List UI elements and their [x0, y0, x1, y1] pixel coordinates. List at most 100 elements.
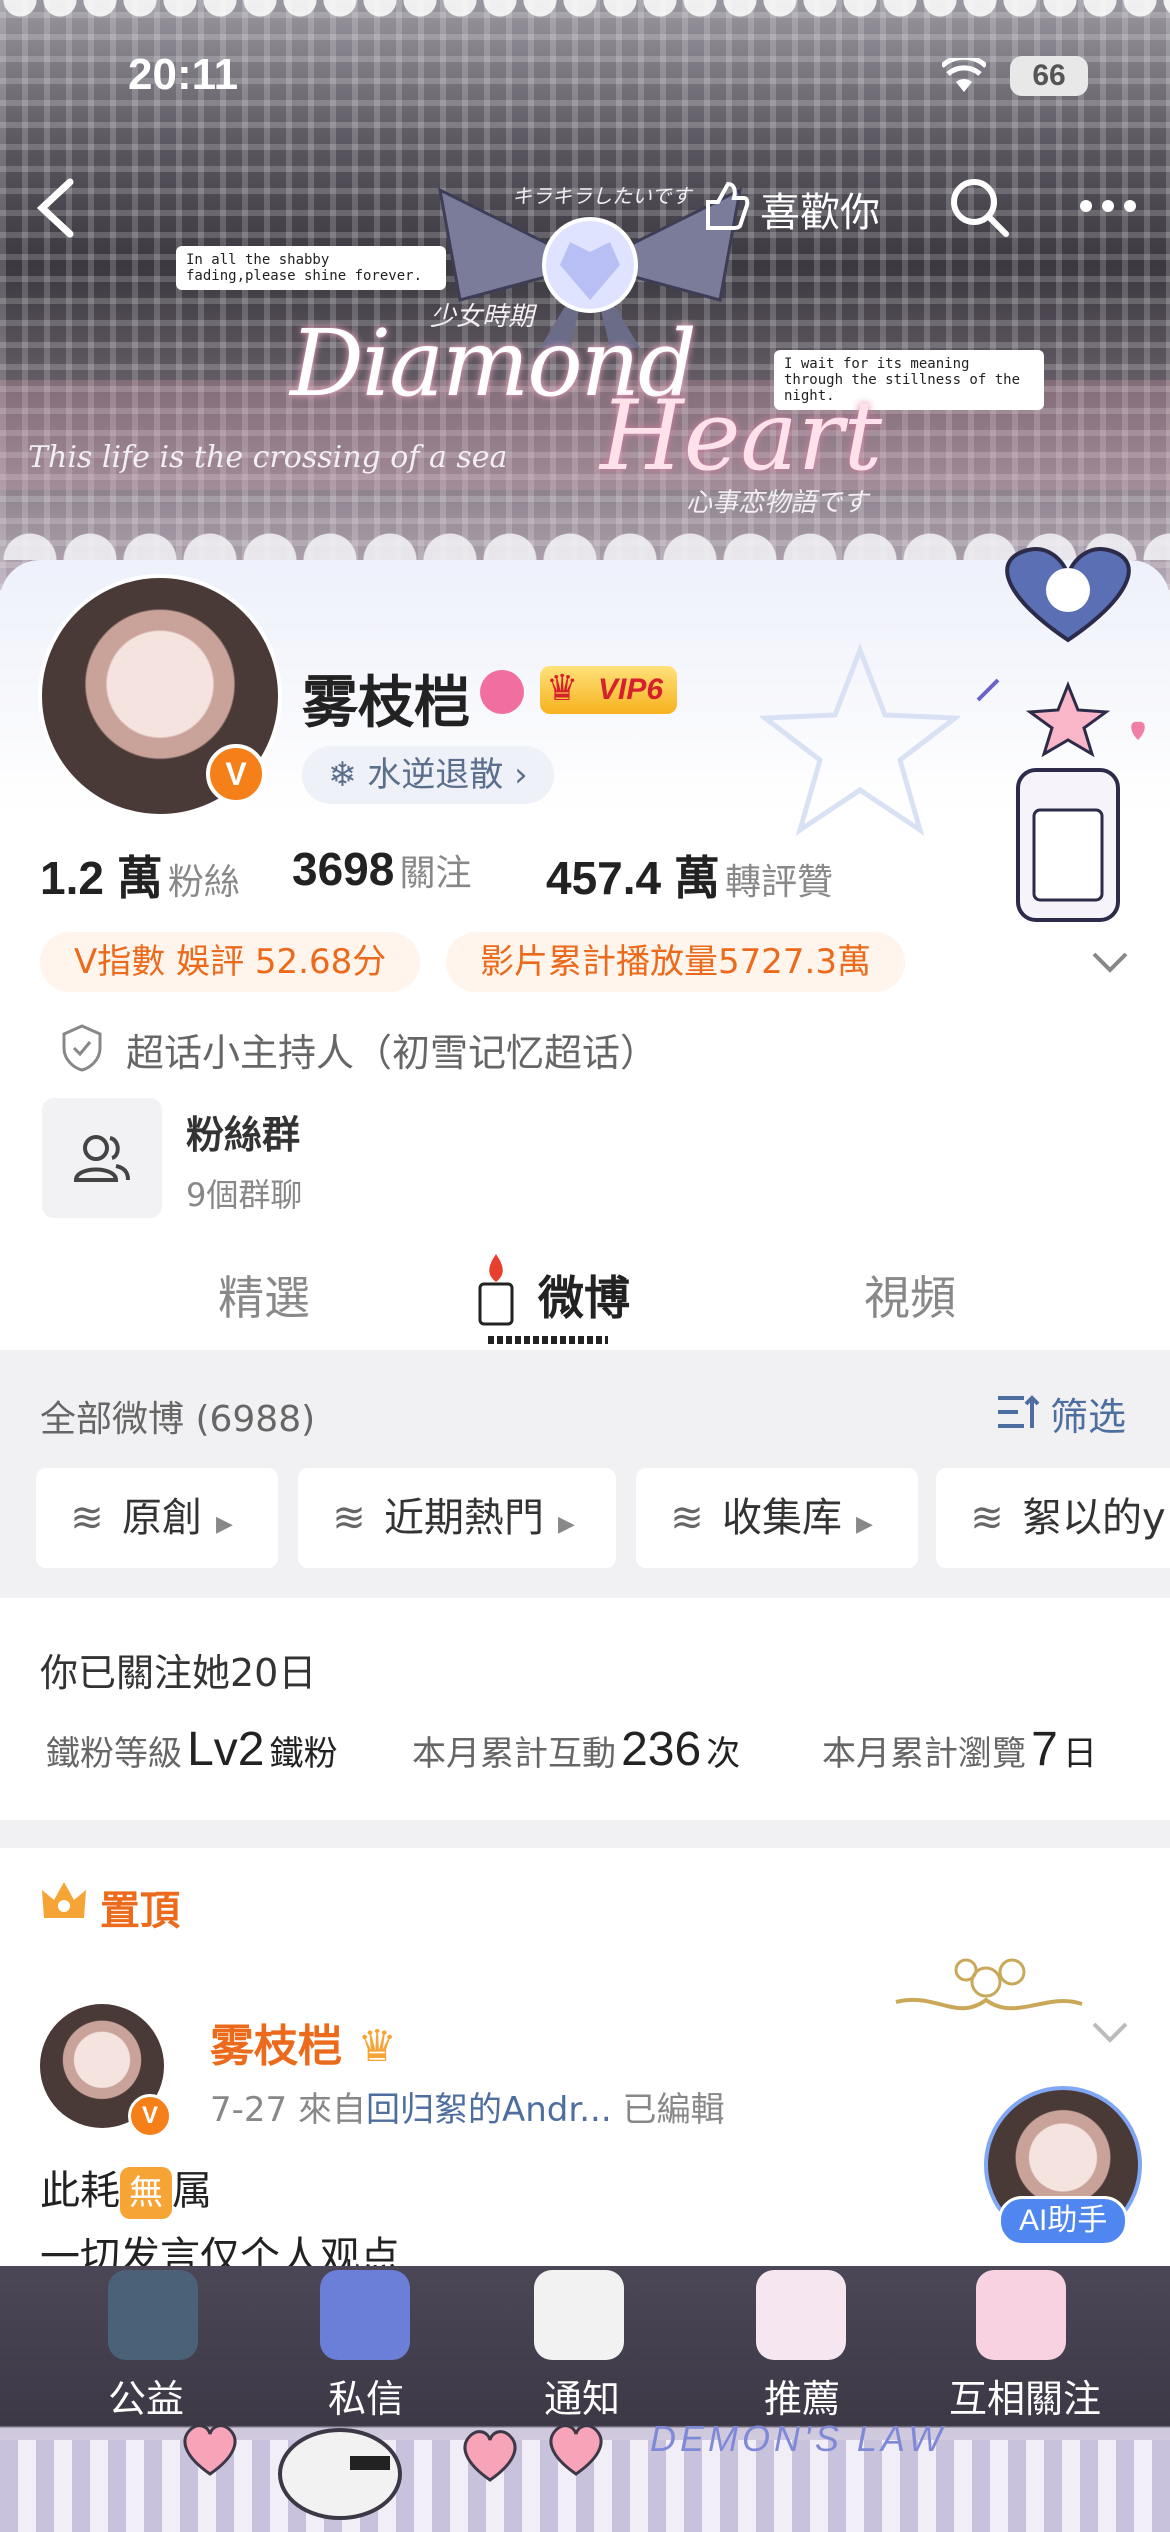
- monthly-interactions: 本月累計互動 236 次: [412, 1722, 740, 1777]
- stat-fans[interactable]: 1.2 萬 粉絲: [40, 842, 240, 908]
- shield-icon: [62, 1024, 102, 1072]
- group-people-icon: [73, 1135, 130, 1182]
- wifi-icon: [942, 58, 986, 92]
- stat-engagement-label: 轉評贊: [725, 862, 834, 903]
- post-edited: 已編輯: [622, 2090, 725, 2130]
- snowflake-icon: ❄: [328, 755, 368, 795]
- views-unit: 日: [1062, 1734, 1097, 1774]
- interactions-label: 本月累計互動: [412, 1734, 616, 1774]
- triangle-right-icon: ▶: [216, 1512, 233, 1537]
- chevron-down-icon[interactable]: [1090, 950, 1130, 974]
- stat-engagement[interactable]: 457.4 萬 轉評贊: [546, 842, 833, 908]
- wu-emoji-badge: 無: [120, 2167, 172, 2219]
- charity-icon: [108, 2270, 198, 2360]
- tab-featured[interactable]: 精選: [218, 1262, 310, 1328]
- triangle-right-icon: ▶: [558, 1512, 575, 1537]
- tab-active-underline: [488, 1336, 608, 1344]
- verified-badge-icon: V: [206, 744, 266, 804]
- all-posts-count: 全部微博 (6988): [40, 1399, 316, 1440]
- post-from-prefix: 來自: [297, 2090, 366, 2130]
- tab-videos[interactable]: 視頻: [864, 1262, 956, 1328]
- fan-group-avatar[interactable]: [42, 1098, 162, 1218]
- battery-indicator: 66: [1010, 56, 1088, 96]
- banner-jp-bottom: 心事恋物語です: [686, 488, 869, 518]
- chip-trending[interactable]: ≋ 近期熱門 ▶: [298, 1468, 616, 1568]
- views-value: 7: [1031, 1723, 1058, 1776]
- chip-original[interactable]: ≋ 原創 ▶: [36, 1468, 278, 1568]
- tab-charity[interactable]: 公益: [46, 2368, 246, 2423]
- interactions-unit: 次: [706, 1734, 741, 1774]
- banner-jp-top: キラキラしたいです: [512, 184, 692, 208]
- ai-assistant-label[interactable]: AI助手: [998, 2196, 1129, 2246]
- chip-custom-label: 絮以的y: [1022, 1495, 1166, 1541]
- chip-collection-label: 收集库: [722, 1495, 842, 1541]
- handheld-console-icon: [320, 2270, 410, 2360]
- verified-badge-icon: V: [128, 2094, 172, 2138]
- strawberry-heart-icon: [549, 2424, 603, 2476]
- back-arrow-icon[interactable]: [34, 178, 78, 238]
- chip-original-label: 原創: [122, 1495, 202, 1541]
- fan-level-value: Lv2: [187, 1723, 265, 1776]
- puppy-mascot-icon: [278, 2428, 402, 2520]
- tab-recommend[interactable]: 推薦: [702, 2368, 902, 2423]
- tab-notifications[interactable]: 通知: [482, 2368, 682, 2423]
- post-text-1a: 此耗: [40, 2168, 120, 2214]
- views-label: 本月累計瀏覽: [822, 1734, 1026, 1774]
- tab-weibo[interactable]: 微博: [538, 1262, 630, 1328]
- post-date: 7-27: [210, 2090, 288, 2130]
- profile-tag-label: 水逆退散: [367, 755, 504, 795]
- profile-name: 雾枝桤: [302, 671, 470, 736]
- profile-tag-pill[interactable]: ❄ 水逆退散 ›: [302, 746, 554, 804]
- cupcake-icon: [976, 2270, 1066, 2360]
- strawberry-heart-icon: [463, 2430, 517, 2482]
- crown-icon: ♛: [546, 668, 579, 709]
- crown-small-icon: ♛: [357, 2021, 397, 2072]
- like-label: 喜歡你: [760, 191, 880, 235]
- vindex-pill[interactable]: V指數 娛評 52.68分: [40, 932, 421, 992]
- video-plays-pill[interactable]: 影片累計播放量5727.3萬: [446, 932, 905, 992]
- fan-group-title[interactable]: 粉絲群: [186, 1104, 300, 1159]
- triangle-right-icon: ▶: [856, 1512, 873, 1537]
- post-author-name-text: 雾枝桤: [210, 2021, 342, 2072]
- more-icon[interactable]: [1078, 196, 1138, 216]
- crown-icon: [42, 1882, 86, 1918]
- star-decoration-icon: [760, 643, 960, 836]
- tab-mutual-follow[interactable]: 互相關注: [920, 2368, 1130, 2423]
- stat-following[interactable]: 3698 關注: [292, 842, 471, 896]
- post-author-name[interactable]: 雾枝桤 ♛: [210, 2010, 397, 2074]
- layers-icon: ≋: [70, 1495, 104, 1541]
- filter-label: 筛选: [1050, 1395, 1127, 1439]
- post-meta: 7-27 來自回归絮的Andr... 已編輯: [210, 2082, 724, 2131]
- super-topic-icon[interactable]: [480, 670, 524, 714]
- stat-following-num: 3698: [292, 843, 395, 895]
- banner-note-left: In all the shabby fading,please shine fo…: [176, 246, 446, 290]
- lace-trim-top: [0, 0, 1170, 40]
- post-source[interactable]: 回归絮的Andr...: [366, 2090, 612, 2130]
- mascot-icon: [534, 2270, 624, 2360]
- stat-fans-label: 粉絲: [167, 862, 240, 903]
- charm-keychain-decoration: [976, 547, 1145, 922]
- stat-fans-num: 1.2 萬: [40, 852, 163, 904]
- filter-icon: [998, 1395, 1040, 1428]
- chip-collection[interactable]: ≋ 收集库 ▶: [636, 1468, 918, 1568]
- fan-level[interactable]: 鐵粉等級 Lv2 鐵粉: [46, 1722, 338, 1777]
- fan-group-subtitle: 9個群聊: [186, 1176, 303, 1214]
- stat-engagement-num: 457.4 萬: [546, 852, 720, 904]
- follow-info-card: [0, 1598, 1170, 1820]
- banner-title-heart: Heart: [600, 380, 883, 492]
- search-icon[interactable]: [948, 176, 1010, 238]
- post-text-1b: 属: [172, 2168, 212, 2214]
- supertopic-label: 超话小主持人（初雪记忆超话）: [126, 1031, 659, 1075]
- chip-custom[interactable]: ≋ 絮以的y: [936, 1468, 1170, 1568]
- fan-level-label: 鐵粉等級: [46, 1734, 182, 1774]
- follow-days: 你已關注她20日: [40, 1651, 317, 1695]
- pinned-label: 置頂: [100, 1888, 180, 1934]
- chevron-right-icon: ›: [503, 755, 528, 795]
- tabbar-brand-text: DEMON'S LAW: [650, 2418, 947, 2459]
- banner-tagline: This life is the crossing of a sea: [28, 440, 508, 475]
- layers-icon: ≋: [670, 1495, 704, 1541]
- layers-icon: ≋: [970, 1495, 1004, 1541]
- strawberry-heart-icon: [183, 2424, 237, 2476]
- bottle-icon: [756, 2270, 846, 2360]
- post-menu-chevron-icon[interactable]: [1090, 2020, 1130, 2044]
